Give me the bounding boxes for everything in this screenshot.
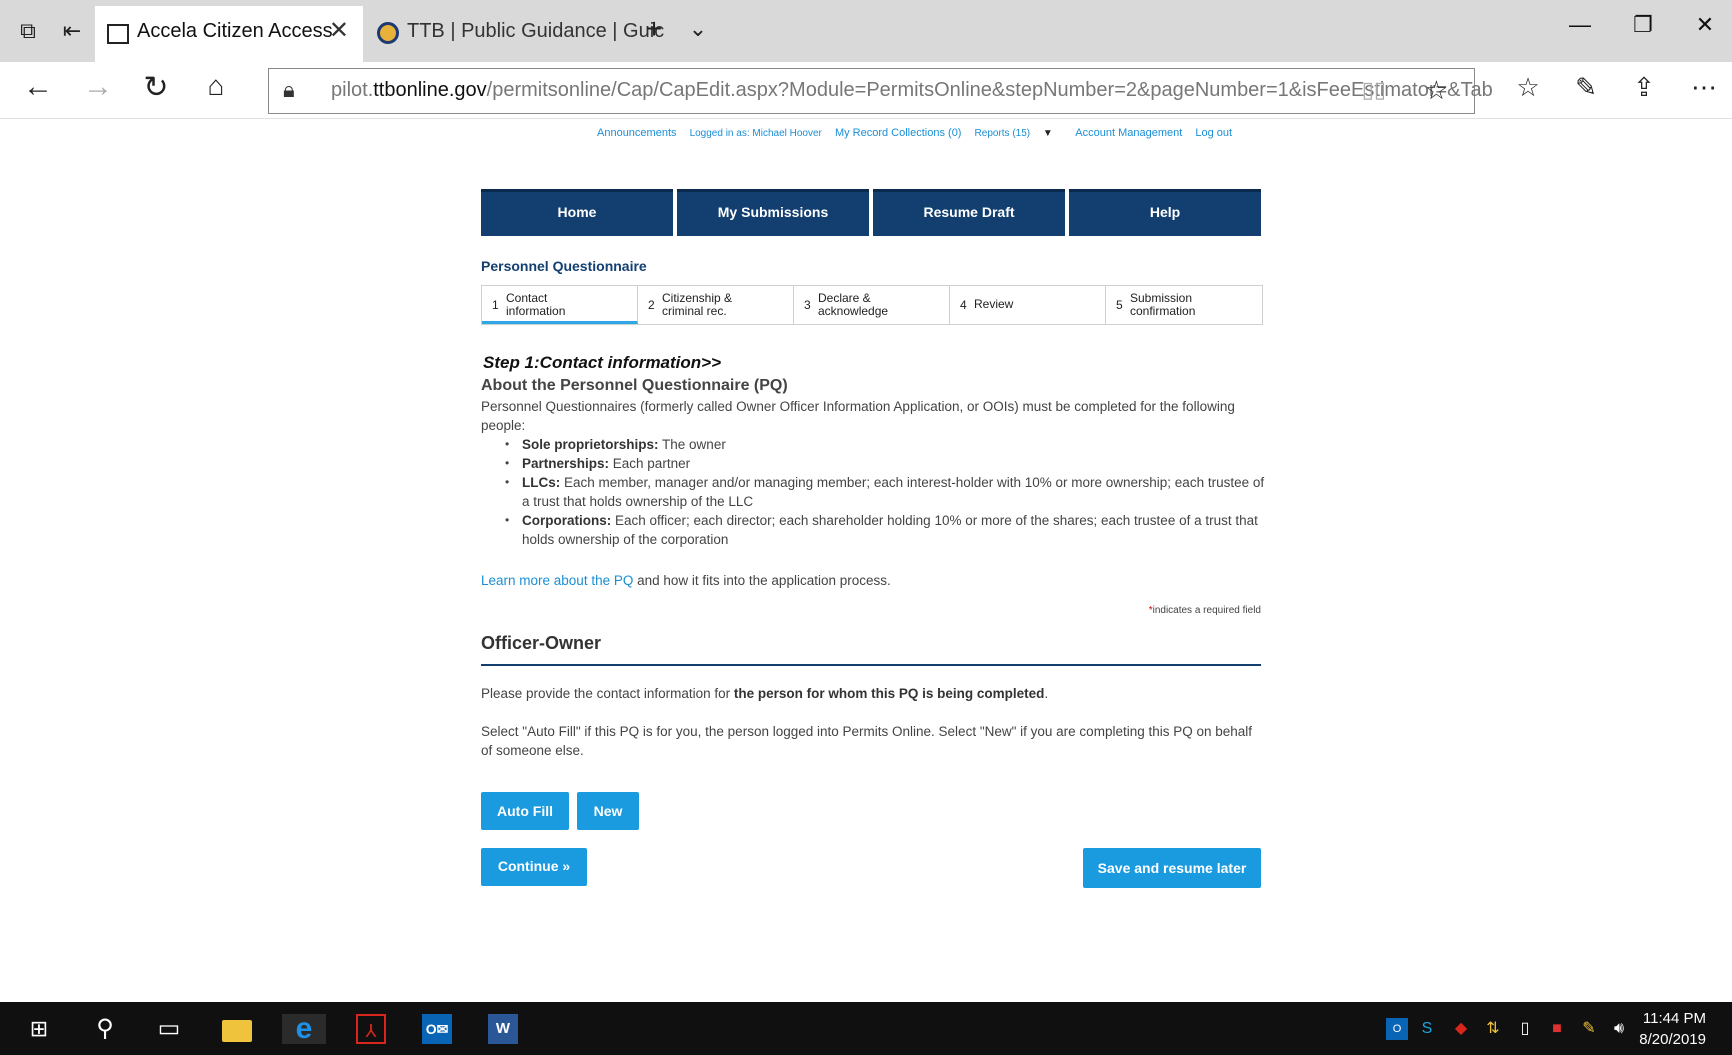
outlook-tray-icon[interactable]: O xyxy=(1386,1018,1408,1040)
ttb-seal-icon xyxy=(377,22,399,44)
close-icon[interactable]: ✕ xyxy=(329,16,349,45)
volume-icon[interactable]: 🔊︎ xyxy=(1608,1018,1630,1040)
step-3: 3 Declare & acknowledge xyxy=(794,286,950,324)
step-progress-bar: 1 Contact information 2 Citizenship & crim… xyxy=(481,285,1263,325)
url-field[interactable]: 🔒︎ pilot.ttbonline.gov/permitsonline/Cap… xyxy=(268,68,1493,114)
step-1: 1 Contact information xyxy=(482,286,638,324)
nav-my-submissions[interactable]: My Submissions xyxy=(677,189,869,236)
outlook-icon[interactable]: O✉ xyxy=(422,1014,452,1044)
step-heading: Step 1:Contact information>> xyxy=(483,353,722,372)
auto-fill-button[interactable]: Auto Fill xyxy=(481,792,569,830)
system-clock[interactable]: 11:44 PM 8/20/2019 xyxy=(1639,1008,1706,1050)
tab-aside-icon[interactable]: ⇤ xyxy=(58,18,86,44)
mcafee-icon[interactable]: ◆ xyxy=(1450,1018,1472,1040)
people-list: Sole proprietorships: The owner Partners… xyxy=(505,435,1265,549)
restore-icon[interactable]: ❐ xyxy=(1618,12,1668,38)
nav-home[interactable]: Home xyxy=(481,189,673,236)
logged-in-label: Logged in as: Michael Hoover xyxy=(689,128,822,139)
minimize-icon[interactable]: — xyxy=(1555,12,1605,38)
refresh-icon[interactable]: ↻ xyxy=(136,70,176,105)
page-content: Announcements Logged in as: Michael Hoov… xyxy=(0,119,1732,1002)
new-button[interactable]: New xyxy=(577,792,639,830)
officer-instruction: Please provide the contact information f… xyxy=(481,686,1049,701)
page-icon xyxy=(107,24,129,44)
learn-more-link[interactable]: Learn more about the PQ xyxy=(481,573,633,588)
continue-button[interactable]: Continue » xyxy=(481,848,587,886)
windows-start-icon[interactable]: ⊞ xyxy=(24,1014,54,1044)
main-nav: Home My Submissions Resume Draft Help xyxy=(481,189,1261,236)
file-explorer-icon[interactable] xyxy=(222,1020,252,1042)
learn-more-text: Learn more about the PQ and how it fits … xyxy=(481,573,891,588)
about-title: About the Personnel Questionnaire (PQ) xyxy=(481,377,788,394)
reports-link[interactable]: Reports (15) ▼ xyxy=(975,128,1063,139)
nav-help[interactable]: Help xyxy=(1069,189,1261,236)
word-icon[interactable]: W xyxy=(488,1014,518,1044)
security-icon[interactable]: ■ xyxy=(1546,1018,1568,1040)
step-2: 2 Citizenship & criminal rec. xyxy=(638,286,794,324)
edge-icon[interactable]: e xyxy=(282,1014,326,1044)
favorite-star-icon[interactable]: ☆ xyxy=(1425,75,1448,106)
list-item: LLCs: Each member, manager and/or managi… xyxy=(505,473,1265,511)
nav-resume-draft[interactable]: Resume Draft xyxy=(873,189,1065,236)
usb-icon[interactable]: ▯ xyxy=(1514,1018,1536,1040)
tab-accela[interactable]: Accela Citizen Access ✕ xyxy=(95,6,363,62)
required-field-note: *indicates a required field xyxy=(1148,605,1261,616)
window-close-icon[interactable]: ✕ xyxy=(1680,12,1730,38)
list-item: Partnerships: Each partner xyxy=(505,454,1265,473)
caret-down-icon: ▼ xyxy=(1042,128,1053,139)
tab-actions-icon[interactable]: ⧉ xyxy=(14,18,42,44)
step-5: 5 Submission confirmation xyxy=(1116,291,1196,318)
tab-title: TTB | Public Guidance | Guic xyxy=(407,20,665,42)
pen-icon[interactable]: ✎ xyxy=(1566,72,1606,103)
skype-icon[interactable]: S xyxy=(1416,1018,1438,1040)
search-icon[interactable]: ⚲ xyxy=(90,1014,120,1044)
favorites-list-icon[interactable]: ☆ xyxy=(1508,72,1548,103)
browser-tab-bar: ⧉ ⇤ Accela Citizen Access ✕ TTB | Public… xyxy=(0,0,1732,62)
about-intro: Personnel Questionnaires (formerly calle… xyxy=(481,399,1235,433)
sync-icon[interactable]: ⇅ xyxy=(1482,1018,1504,1040)
account-management-link[interactable]: Account Management xyxy=(1075,127,1182,139)
acrobat-icon[interactable]: ⅄ xyxy=(356,1014,386,1044)
section-title: Personnel Questionnaire xyxy=(481,258,647,274)
chevron-down-icon[interactable]: ⌄ xyxy=(684,16,712,42)
back-icon[interactable]: ← xyxy=(18,70,58,104)
announcements-link[interactable]: Announcements xyxy=(597,127,677,139)
officer-select-text: Select "Auto Fill" if this PQ is for you… xyxy=(481,724,1253,758)
lock-icon: 🔒︎ xyxy=(283,77,295,102)
officer-owner-heading: Officer-Owner xyxy=(481,633,602,653)
logout-link[interactable]: Log out xyxy=(1195,127,1232,139)
tab-ttb[interactable]: TTB | Public Guidance | Guic xyxy=(363,6,664,62)
home-icon[interactable]: ⌂ xyxy=(196,70,236,102)
new-tab-icon[interactable]: + xyxy=(640,15,668,43)
share-icon[interactable]: ⇪ xyxy=(1624,72,1664,103)
divider xyxy=(481,664,1261,666)
top-utility-nav: Announcements Logged in as: Michael Hoov… xyxy=(597,127,1242,139)
save-resume-later-button[interactable]: Save and resume later xyxy=(1083,848,1261,888)
more-icon[interactable]: ⋯ xyxy=(1684,72,1724,103)
windows-taskbar: ⊞ ⚲ ▭ e ⅄ O✉ W O S ◆ ⇅ ▯ ■ ✎ 🔊︎ 11:44 PM… xyxy=(0,1002,1732,1055)
reading-view-icon[interactable]: ▯▯ xyxy=(1362,77,1386,103)
notes-icon[interactable]: ✎ xyxy=(1578,1018,1600,1040)
url-text: pilot.ttbonline.gov/permitsonline/Cap/Ca… xyxy=(331,79,1493,101)
task-view-icon[interactable]: ▭ xyxy=(154,1014,184,1044)
list-item: Sole proprietorships: The owner xyxy=(505,435,1265,454)
step-4: 4 Review xyxy=(950,286,1106,324)
list-item: Corporations: Each officer; each directo… xyxy=(505,511,1265,549)
record-collections-link[interactable]: My Record Collections (0) xyxy=(835,127,962,139)
browser-address-bar: ← → ↻ ⌂ 🔒︎ pilot.ttbonline.gov/permitson… xyxy=(0,62,1732,119)
tab-title: Accela Citizen Access xyxy=(137,20,333,42)
forward-icon[interactable]: → xyxy=(78,70,118,104)
